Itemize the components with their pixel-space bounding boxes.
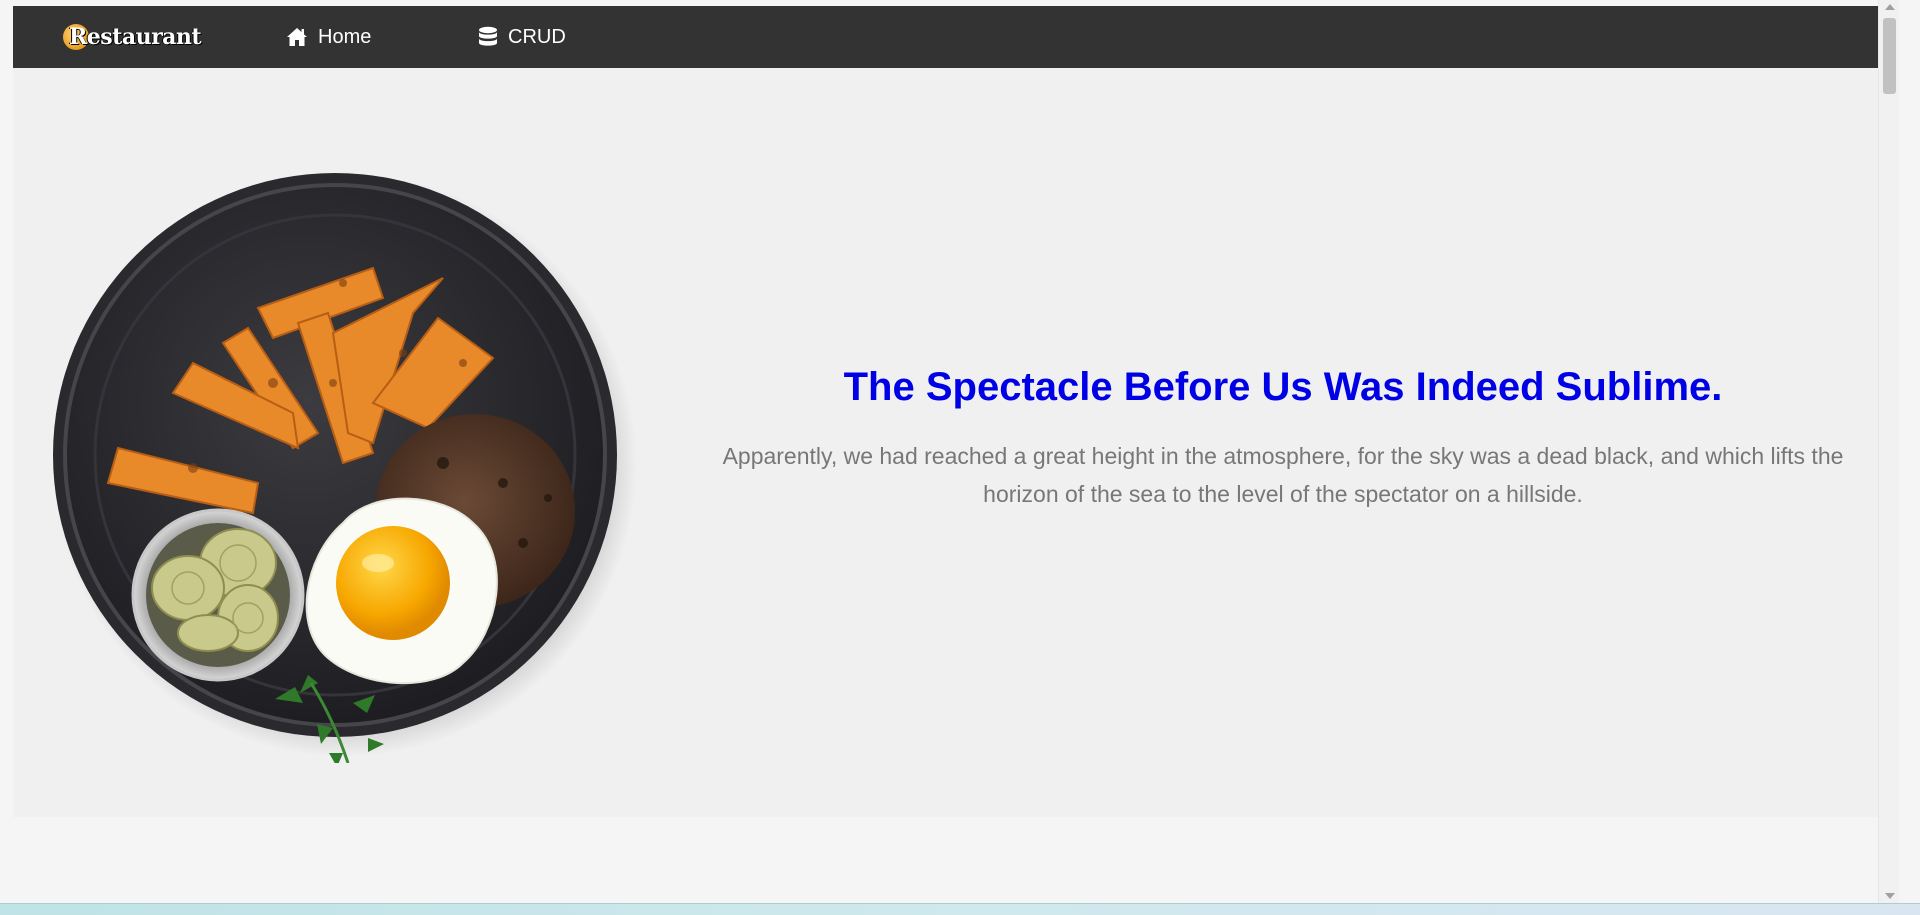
nav-item-label: CRUD	[508, 25, 566, 48]
logo-text: Restaurant	[69, 24, 202, 50]
hero-title: The Spectacle Before Us Was Indeed Subli…	[843, 365, 1723, 409]
scroll-down-arrow-icon[interactable]	[1885, 893, 1895, 899]
top-navbar: Restaurant Home CRUD	[13, 6, 1888, 68]
hero-description: Apparently, we had reached a great heigh…	[722, 443, 1844, 507]
database-icon	[478, 26, 498, 48]
scroll-thumb[interactable]	[1883, 18, 1896, 94]
taskbar-strip	[0, 903, 1920, 915]
hero-text: The Spectacle Before Us Was Indeed Subli…	[683, 363, 1883, 513]
logo[interactable]: Restaurant	[63, 20, 202, 54]
nav-item-label: Home	[318, 25, 372, 48]
nav-item-home[interactable]: Home	[286, 6, 371, 68]
page: Restaurant Home CRUD The Spectacle Befor…	[0, 0, 1899, 903]
plate-of-food-image	[43, 163, 643, 767]
vertical-scrollbar[interactable]	[1878, 0, 1899, 903]
scroll-up-arrow-icon[interactable]	[1885, 4, 1895, 10]
home-icon	[286, 27, 308, 47]
nav-item-crud[interactable]: CRUD	[478, 6, 566, 68]
hero-section: The Spectacle Before Us Was Indeed Subli…	[13, 68, 1888, 817]
